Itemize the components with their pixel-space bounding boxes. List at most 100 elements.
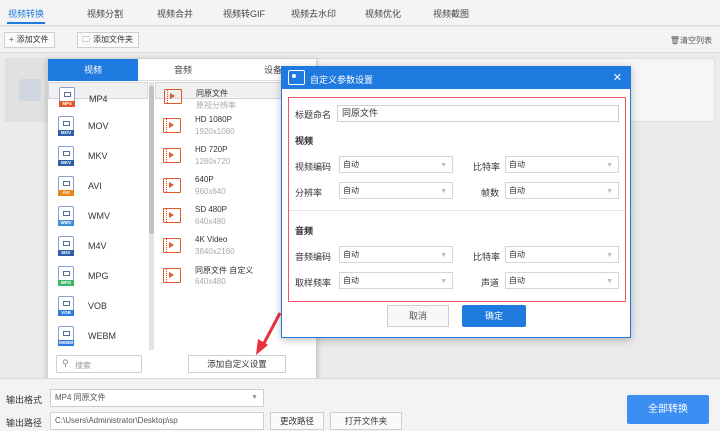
format-list-scrollbar[interactable] <box>149 82 154 350</box>
convert-all-button[interactable]: 全部转换 <box>627 395 709 424</box>
cancel-button[interactable]: 取消 <box>387 305 449 327</box>
params-box: 标题命名 同原文件 视频 视频编码 自动 ▼ 比特率 自动 ▼ 分辨率 自动 ▼ 帧数… <box>288 97 626 302</box>
video-file-icon: MOV <box>58 116 74 136</box>
title-name-input[interactable]: 同原文件 <box>337 105 619 122</box>
format-item-mpg[interactable]: MPG MPG <box>48 262 148 292</box>
format-item-webm[interactable]: WEBM WEBM <box>48 322 148 352</box>
video-file-icon: M4V <box>58 236 74 256</box>
tab-video-merge[interactable]: 视频合并 <box>157 7 193 20</box>
plus-icon: + <box>9 35 14 44</box>
camera-icon <box>288 70 305 85</box>
tab-video-to-gif[interactable]: 视频转GIF <box>223 7 265 20</box>
video-file-icon: MKV <box>58 146 74 166</box>
chevron-down-icon: ▼ <box>440 162 447 169</box>
video-codec-value: 自动 <box>343 160 359 169</box>
video-file-icon: MPG <box>58 266 74 286</box>
format-name: MKV <box>88 151 108 161</box>
chevron-down-icon: ▼ <box>251 394 258 401</box>
preset-name: HD 720P <box>195 145 228 154</box>
tab-video-watermark[interactable]: 视频去水印 <box>291 7 336 20</box>
format-name: M4V <box>88 241 107 251</box>
audio-codec-value: 自动 <box>343 250 359 259</box>
fps-select[interactable]: 自动 ▼ <box>505 182 619 199</box>
format-item-vob[interactable]: VOB VOB <box>48 292 148 322</box>
audio-bitrate-label: 比特率 <box>473 252 501 262</box>
search-icon: ⚲ <box>62 358 69 368</box>
clear-list-button[interactable]: 🗑清空列表 <box>670 35 712 46</box>
channel-value: 自动 <box>509 276 525 285</box>
preset-resolution: 1280x720 <box>195 157 231 166</box>
fps-value: 自动 <box>509 186 525 195</box>
tab-video-screenshot[interactable]: 视频截图 <box>433 7 469 20</box>
section-divider <box>289 210 625 211</box>
film-icon <box>163 118 181 133</box>
preset-name: HD 1080P <box>195 115 232 124</box>
scrollbar-thumb[interactable] <box>149 86 154 234</box>
video-bitrate-select[interactable]: 自动 ▼ <box>505 156 619 173</box>
preset-resolution: 3840x2160 <box>195 247 235 256</box>
sample-rate-label: 取样频率 <box>295 278 332 288</box>
clear-list-label: 清空列表 <box>680 36 712 45</box>
format-name: MPG <box>88 271 109 281</box>
open-folder-button[interactable]: 打开文件夹 <box>330 412 402 430</box>
chevron-down-icon: ▼ <box>440 278 447 285</box>
video-file-icon: VOB <box>58 296 74 316</box>
preset-resolution: 640x480 <box>195 277 226 286</box>
video-codec-select[interactable]: 自动 ▼ <box>339 156 453 173</box>
tab-audio-formats[interactable]: 音频 <box>138 59 228 81</box>
format-dropdown-panel: 视频 音频 设备 MP4 MP4 MOV MOV MKV MKV AVI AVI WMV WMV M… <box>47 58 317 380</box>
output-format-value: MP4 同原文件 <box>55 393 106 402</box>
resolution-value: 自动 <box>343 186 359 195</box>
audio-bitrate-select[interactable]: 自动 ▼ <box>505 246 619 263</box>
tab-video-formats[interactable]: 视频 <box>48 59 138 81</box>
output-format-select[interactable]: MP4 同原文件 ▼ <box>50 389 264 407</box>
add-folder-button[interactable]: 🗀 添加文件夹 <box>77 32 139 48</box>
audio-codec-select[interactable]: 自动 ▼ <box>339 246 453 263</box>
format-name: MP4 <box>89 94 108 104</box>
dialog-title: 自定义参数设置 <box>310 75 374 85</box>
video-file-icon: WMV <box>58 206 74 226</box>
resolution-select[interactable]: 自动 ▼ <box>339 182 453 199</box>
channel-select[interactable]: 自动 ▼ <box>505 272 619 289</box>
format-item-mkv[interactable]: MKV MKV <box>48 142 148 172</box>
change-path-button[interactable]: 更改路径 <box>270 412 324 430</box>
format-name: WEBM <box>88 331 116 341</box>
format-item-mp4[interactable]: MP4 MP4 <box>48 82 148 107</box>
output-settings-bar: 输出格式 MP4 同原文件 ▼ 输出路径 C:\Users\Administrat… <box>0 378 720 431</box>
video-codec-label: 视频编码 <box>295 162 332 172</box>
close-icon[interactable]: ✕ <box>613 71 622 84</box>
tab-video-split[interactable]: 视频分割 <box>87 7 123 20</box>
add-file-label: 添加文件 <box>16 35 49 44</box>
format-name: WMV <box>88 211 110 221</box>
channel-label: 声道 <box>481 278 500 288</box>
add-file-button[interactable]: + 添加文件 <box>4 32 55 48</box>
audio-codec-label: 音频编码 <box>295 252 332 262</box>
format-item-m4v[interactable]: M4V M4V <box>48 232 148 262</box>
video-bitrate-value: 自动 <box>509 160 525 169</box>
top-tab-bar: 视频转换 视频分割 视频合并 视频转GIF 视频去水印 视频优化 视频截图 <box>0 0 720 26</box>
format-list: MP4 MP4 MOV MOV MKV MKV AVI AVI WMV WMV M4V M4V MPG M… <box>48 82 148 350</box>
resolution-label: 分辨率 <box>295 188 323 198</box>
chevron-down-icon: ▼ <box>606 278 613 285</box>
format-item-avi[interactable]: AVI AVI <box>48 172 148 202</box>
tab-video-convert[interactable]: 视频转换 <box>6 7 46 24</box>
film-icon <box>163 268 181 283</box>
format-item-wmv[interactable]: WMV WMV <box>48 202 148 232</box>
trash-icon: 🗑 <box>669 36 680 45</box>
format-search-input[interactable]: ⚲ 搜索 <box>56 355 142 373</box>
preset-resolution: 1920x1080 <box>195 127 235 136</box>
video-file-icon: WEBM <box>58 326 74 346</box>
output-path-label: 输出路径 <box>6 418 43 428</box>
output-path-input[interactable]: C:\Users\Administrator\Desktop\sp <box>50 412 264 430</box>
tab-video-optimize[interactable]: 视频优化 <box>365 7 401 20</box>
video-file-icon: AVI <box>58 176 74 196</box>
confirm-button[interactable]: 确定 <box>462 305 526 327</box>
video-bitrate-label: 比特率 <box>473 162 501 172</box>
fps-label: 帧数 <box>481 188 500 198</box>
chevron-down-icon: ▼ <box>606 162 613 169</box>
sample-rate-select[interactable]: 自动 ▼ <box>339 272 453 289</box>
dialog-title-bar: 自定义参数设置 ✕ <box>282 67 630 89</box>
preset-resolution: 960x640 <box>195 187 226 196</box>
format-item-mov[interactable]: MOV MOV <box>48 112 148 142</box>
audio-section-heading: 音频 <box>295 226 314 236</box>
